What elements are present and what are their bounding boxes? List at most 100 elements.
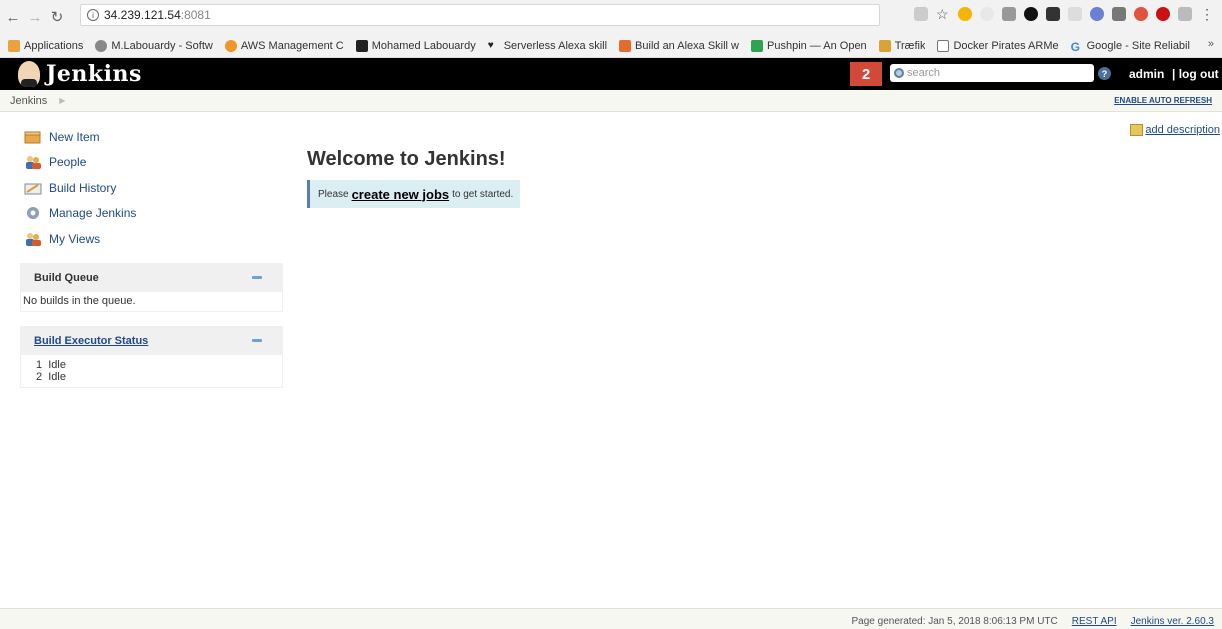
task-new-item[interactable]: New Item: [24, 124, 136, 150]
add-description-label: add description: [1145, 124, 1220, 136]
executor-status-link[interactable]: Build Executor Status: [34, 335, 148, 347]
translate-icon[interactable]: [914, 7, 928, 21]
executor-status: Idle: [48, 371, 66, 383]
logout-link[interactable]: | log out: [1172, 67, 1219, 81]
enable-auto-refresh-link[interactable]: ENABLE AUTO REFRESH: [1114, 96, 1212, 105]
address-bar[interactable]: i 34.239.121.54:8081: [80, 4, 880, 26]
notice-text-post: to get started.: [452, 188, 514, 200]
task-my-views[interactable]: My Views: [24, 226, 136, 252]
bookmark-label: Pushpin — An Open: [767, 39, 867, 52]
task-label: Build History: [49, 180, 117, 195]
executor-status-body: 1 Idle 2 Idle: [21, 355, 282, 387]
collapse-icon[interactable]: [252, 339, 262, 342]
bookmark-label: Build an Alexa Skill w: [635, 39, 739, 52]
forward-icon[interactable]: →: [26, 8, 44, 26]
info-icon[interactable]: i: [87, 9, 99, 21]
task-list: New Item People Build History Manage Jen…: [24, 124, 136, 252]
bookmarks-bar: Applications M.Labouardy - Softw AWS Man…: [0, 34, 1222, 58]
new-item-icon: [24, 129, 42, 145]
user-link[interactable]: admin: [1129, 67, 1164, 81]
help-icon[interactable]: ?: [1098, 67, 1111, 80]
extension-icon[interactable]: [1134, 7, 1148, 21]
executor-number: 2: [36, 371, 43, 383]
bookmark-item[interactable]: AWS Management C: [224, 39, 344, 52]
bookmark-item[interactable]: G Google - Site Reliabil: [1071, 40, 1190, 52]
breadcrumb-arrow-icon[interactable]: ▶: [59, 96, 65, 105]
jenkins-logo[interactable]: Jenkins: [18, 61, 142, 87]
back-icon[interactable]: ←: [4, 8, 22, 26]
bookmark-item[interactable]: Build an Alexa Skill w: [619, 39, 739, 52]
ublock-icon[interactable]: [1156, 7, 1170, 21]
build-queue-header: Build Queue: [21, 264, 282, 292]
executor-status-pane: Build Executor Status 1 Idle 2 Idle: [20, 326, 283, 388]
breadcrumb-jenkins[interactable]: Jenkins: [10, 95, 47, 107]
list-icon: [95, 39, 108, 52]
task-people[interactable]: People: [24, 150, 136, 176]
task-label: My Views: [49, 231, 101, 246]
jenkins-title: Jenkins: [46, 61, 142, 87]
jenkins-header: Jenkins 2 search ? admin | log out: [0, 58, 1222, 90]
bookmark-item[interactable]: M.Labouardy - Softw: [95, 39, 213, 52]
create-new-jobs-link[interactable]: create new jobs: [352, 187, 450, 202]
extension-icon[interactable]: [1002, 7, 1016, 21]
task-build-history[interactable]: Build History: [24, 175, 136, 201]
bookmark-label: Google - Site Reliabil: [1086, 39, 1190, 52]
people-icon: [24, 154, 42, 170]
task-label: New Item: [49, 129, 100, 144]
extension-icon[interactable]: [1024, 7, 1038, 21]
bookmark-label: Serverless Alexa skill: [503, 39, 608, 52]
build-queue-pane: Build Queue No builds in the queue.: [20, 263, 283, 312]
bookmark-label: Docker Pirates ARMe: [953, 39, 1059, 52]
task-manage-jenkins[interactable]: Manage Jenkins: [24, 201, 136, 227]
task-label: People: [49, 155, 87, 170]
bookmark-item[interactable]: Mohamed Labouardy: [355, 39, 476, 52]
search-input[interactable]: search: [890, 64, 1094, 82]
bookmark-item[interactable]: ♥ Serverless Alexa skill: [488, 40, 607, 52]
rest-api-link[interactable]: REST API: [1072, 616, 1117, 627]
bookmark-label: Applications: [24, 39, 84, 52]
bookmark-label: Mohamed Labouardy: [371, 39, 476, 52]
heart-icon: ♥: [487, 39, 494, 51]
build-queue-empty: No builds in the queue.: [23, 295, 136, 307]
url-port: :8081: [180, 8, 211, 22]
gear-icon: [24, 205, 42, 221]
getting-started-notice: Please create new jobs to get started.: [307, 180, 520, 208]
bookmark-label: Træfik: [894, 39, 926, 52]
extension-icon[interactable]: [1178, 7, 1192, 21]
page-generated-text: Page generated: Jan 5, 2018 8:06:13 PM U…: [851, 616, 1058, 627]
bookmark-item[interactable]: Applications: [8, 39, 84, 52]
add-description-link[interactable]: add description: [1130, 124, 1220, 136]
extension-icon[interactable]: [958, 7, 972, 21]
extension-icon[interactable]: [1046, 7, 1060, 21]
reload-icon[interactable]: ↻: [48, 8, 66, 26]
bookmark-item[interactable]: Træfik: [878, 39, 926, 52]
aws-icon: [224, 39, 237, 52]
executor-row: 1 Idle: [23, 359, 282, 371]
search-icon: [894, 68, 904, 78]
apps-icon: [8, 39, 20, 52]
extension-icon[interactable]: [980, 7, 994, 21]
executor-number: 1: [36, 359, 43, 371]
task-label: Manage Jenkins: [49, 206, 137, 221]
menu-icon[interactable]: ⋮: [1200, 7, 1214, 21]
bookmark-item[interactable]: Pushpin — An Open: [751, 39, 867, 52]
bookmark-label: AWS Management C: [240, 39, 344, 52]
executor-status-header: Build Executor Status: [21, 327, 282, 355]
extension-icon[interactable]: [1068, 7, 1082, 21]
collapse-icon[interactable]: [252, 276, 262, 279]
build-queue-body: No builds in the queue.: [21, 292, 282, 311]
page-icon: [937, 39, 950, 52]
views-icon: [24, 231, 42, 247]
bookmarks-more-icon[interactable]: »: [1208, 38, 1214, 50]
notification-badge[interactable]: 2: [850, 62, 882, 86]
bookmark-item[interactable]: Docker Pirates ARMe: [937, 39, 1059, 52]
jenkins-version-link[interactable]: Jenkins ver. 2.60.3: [1131, 616, 1214, 627]
search-placeholder: search: [907, 67, 941, 79]
extension-icon[interactable]: [1112, 7, 1126, 21]
page-title: Welcome to Jenkins!: [307, 148, 506, 170]
medium-icon: [355, 39, 368, 52]
extension-icon[interactable]: [1090, 7, 1104, 21]
star-icon[interactable]: ☆: [936, 7, 950, 21]
edit-description-icon: [1130, 124, 1144, 136]
google-icon: G: [1070, 39, 1080, 52]
